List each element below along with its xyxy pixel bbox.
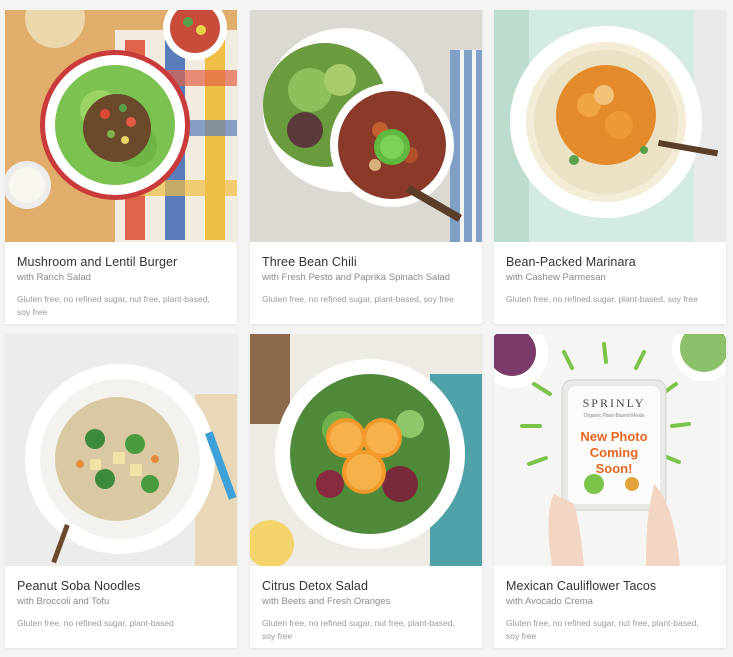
recipe-dietary-tags: Gluten free, no refined sugar, nut free,… — [17, 294, 210, 317]
recipe-title[interactable]: Mushroom and Lentil Burger — [17, 254, 225, 270]
recipe-dietary-tags: Gluten free, no refined sugar, plant-bas… — [506, 294, 698, 304]
recipe-photo[interactable] — [250, 10, 482, 242]
recipe-card-mushroom-lentil-burger[interactable]: Mushroom and Lentil Burger with Ranch Sa… — [5, 10, 237, 324]
recipe-subtitle: with Beets and Fresh Oranges — [262, 596, 391, 607]
recipe-dietary-tags: Gluten free, no refined sugar, nut free,… — [262, 618, 455, 641]
recipe-dietary-tags: Gluten free, no refined sugar, plant-bas… — [262, 294, 454, 304]
recipe-title[interactable]: Peanut Soba Noodles — [17, 578, 225, 594]
recipe-subtitle: with Fresh Pesto and Paprika Spinach Sal… — [262, 272, 450, 283]
recipe-card-mexican-cauliflower-tacos[interactable]: SPRINLY Organic Plant-Based Meals New Ph… — [494, 334, 726, 648]
recipe-title[interactable]: Mexican Cauliflower Tacos — [506, 578, 714, 594]
recipe-title[interactable]: Bean-Packed Marinara — [506, 254, 714, 270]
recipe-title[interactable]: Citrus Detox Salad — [262, 578, 470, 594]
coming-soon-package: SPRINLY Organic Plant-Based Meals New Ph… — [568, 386, 660, 477]
recipe-subtitle: with Broccoli and Tofu — [17, 596, 110, 607]
recipe-subtitle: with Ranch Salad — [17, 272, 91, 283]
recipe-subtitle: with Cashew Parmesan — [506, 272, 606, 283]
recipe-dietary-tags: Gluten free, no refined sugar, nut free,… — [506, 618, 699, 641]
recipe-photo[interactable] — [5, 334, 237, 566]
recipe-card-peanut-soba-noodles[interactable]: Peanut Soba Noodles with Broccoli and To… — [5, 334, 237, 648]
recipe-dietary-tags: Gluten free, no refined sugar, plant-bas… — [17, 618, 174, 628]
placeholder-message-line1: New Photo — [580, 429, 648, 444]
recipe-photo-placeholder[interactable]: SPRINLY Organic Plant-Based Meals New Ph… — [494, 334, 726, 566]
recipe-photo[interactable] — [5, 10, 237, 242]
placeholder-message-line3: Soon! — [595, 461, 633, 476]
recipe-card-bean-packed-marinara[interactable]: Bean-Packed Marinara with Cashew Parmesa… — [494, 10, 726, 324]
brand-tagline: Organic Plant-Based Meals — [583, 413, 645, 419]
recipe-grid: Mushroom and Lentil Burger with Ranch Sa… — [0, 0, 733, 657]
recipe-card-citrus-detox-salad[interactable]: Citrus Detox Salad with Beets and Fresh … — [250, 334, 482, 648]
recipe-photo[interactable] — [494, 10, 726, 242]
placeholder-message-line2: Coming — [589, 445, 639, 460]
recipe-card-three-bean-chili[interactable]: Three Bean Chili with Fresh Pesto and Pa… — [250, 10, 482, 324]
recipe-photo[interactable] — [250, 334, 482, 566]
brand-logo: SPRINLY — [582, 396, 646, 410]
recipe-title[interactable]: Three Bean Chili — [262, 254, 470, 270]
recipe-subtitle: with Avocado Crema — [506, 596, 593, 607]
